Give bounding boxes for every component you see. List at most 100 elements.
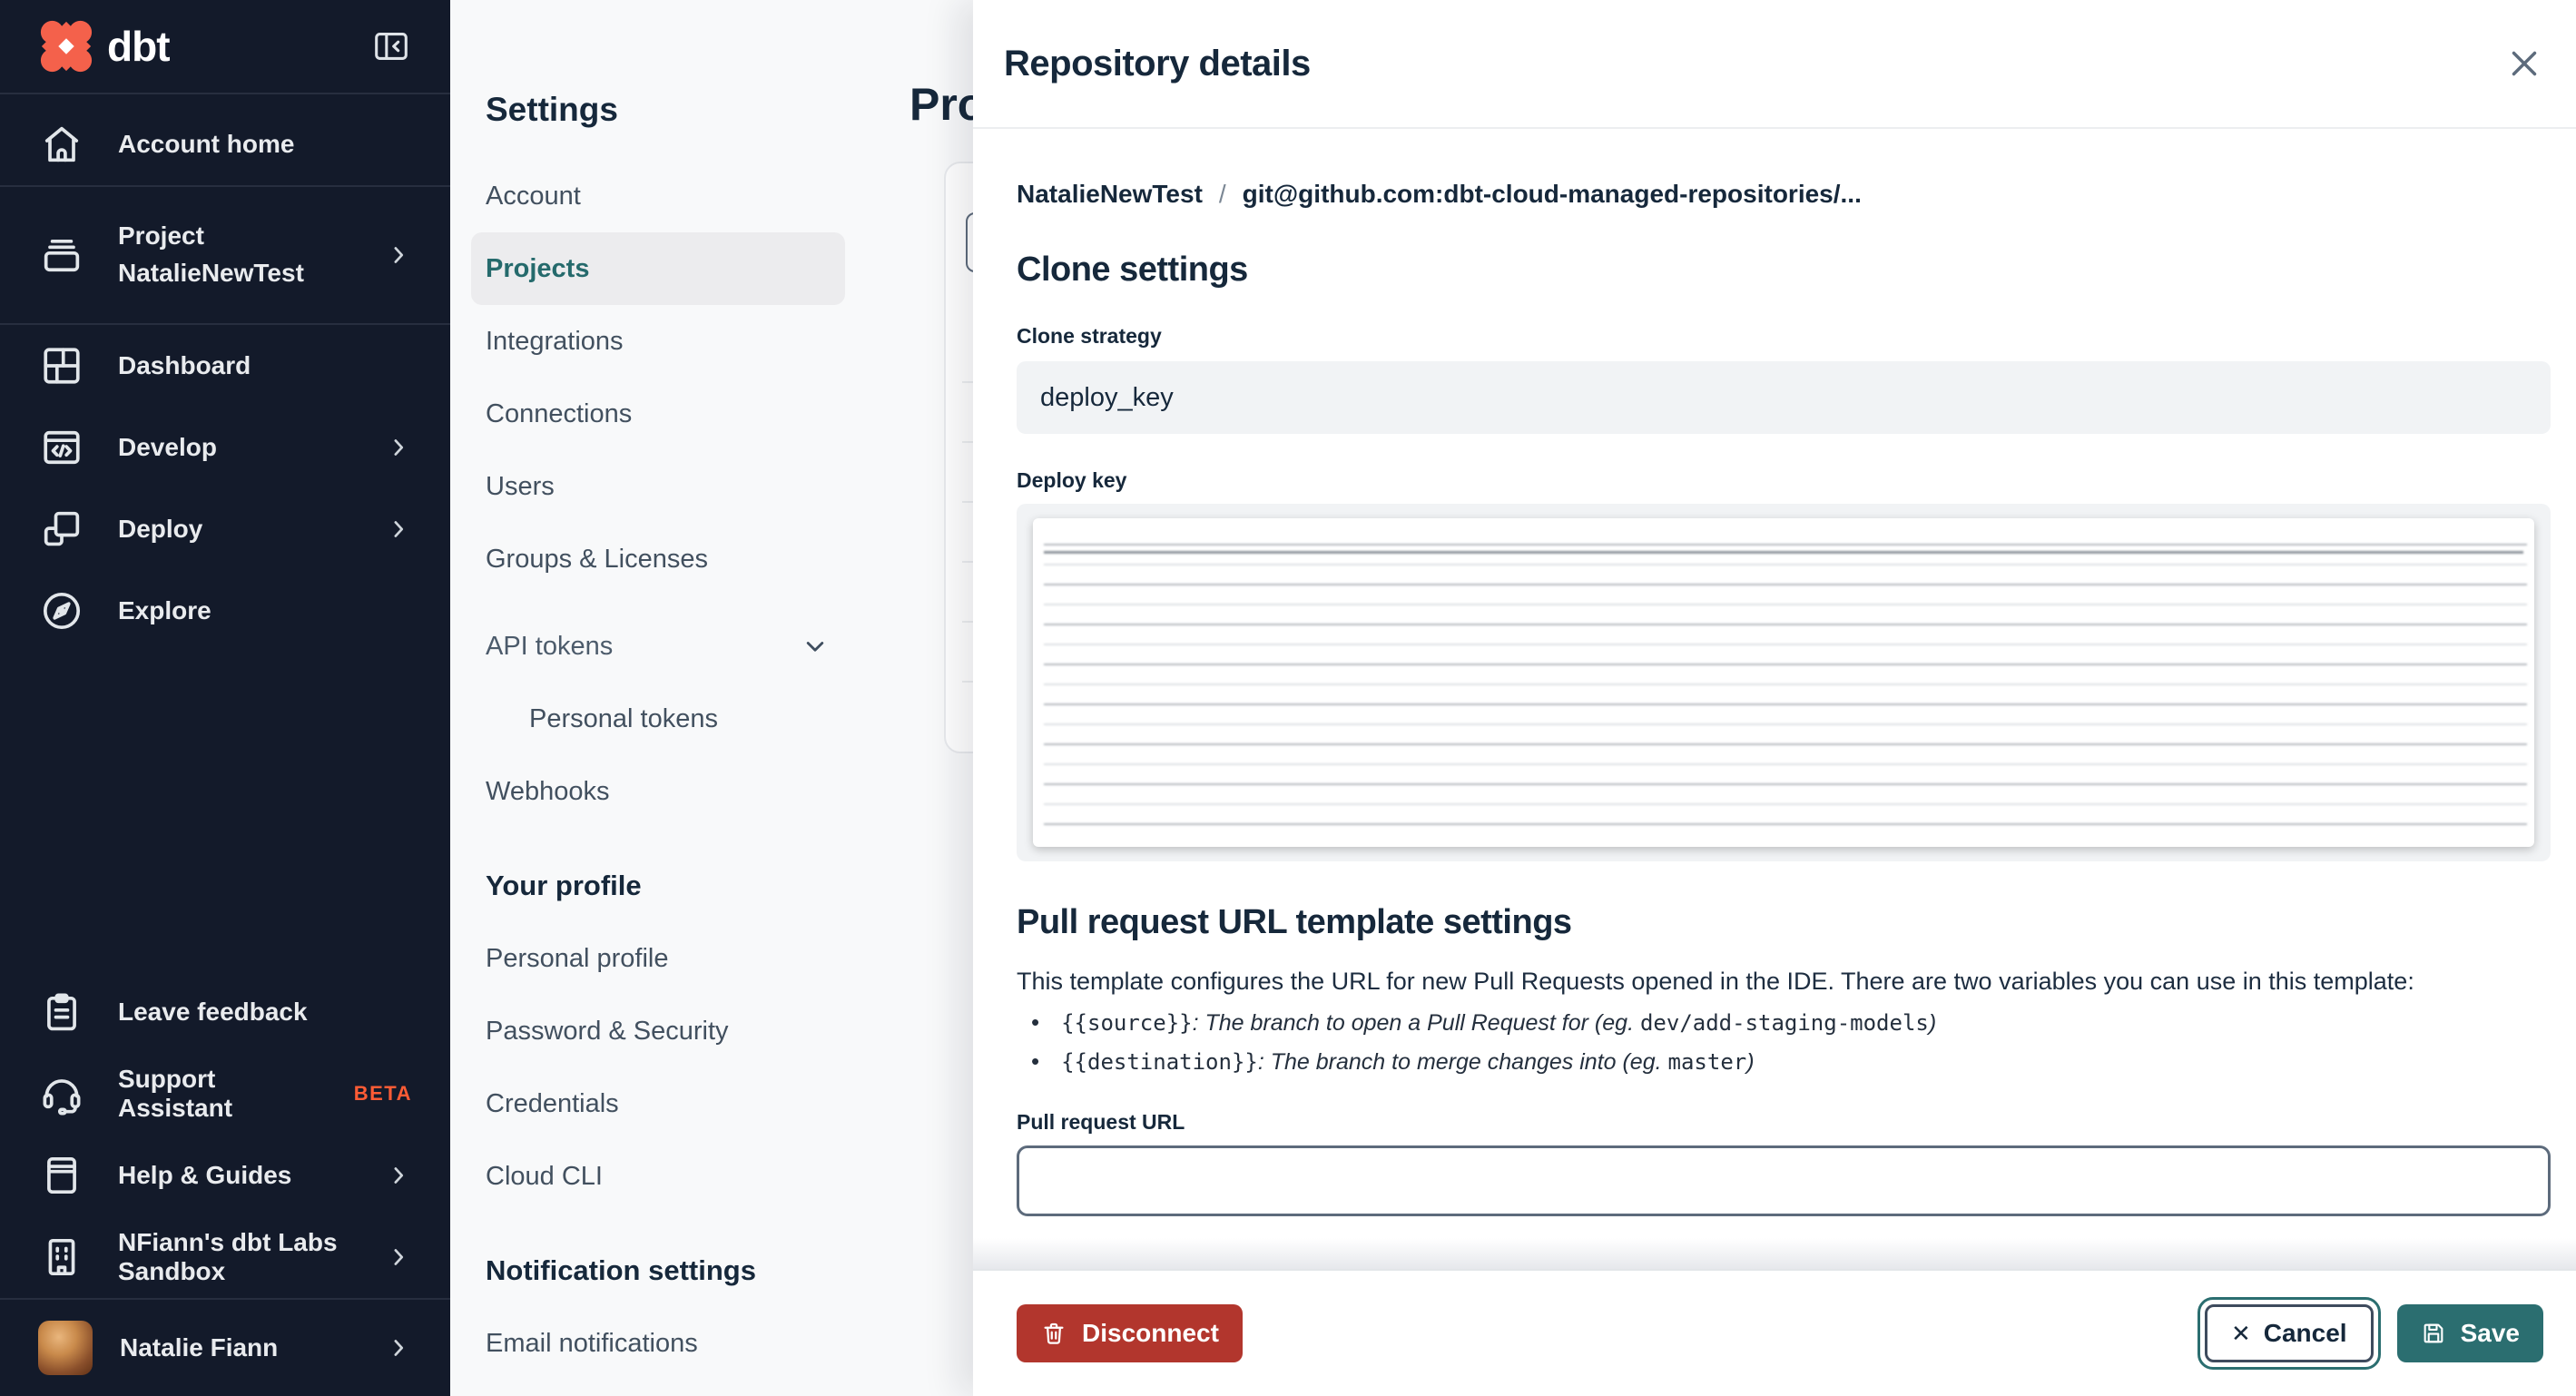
sidebar-item-label: Deploy — [118, 515, 203, 543]
feedback-icon — [47, 993, 76, 1031]
nav-item-label: Personal tokens — [529, 703, 718, 733]
dbt-cloud-app: dbt Account home Project NatalieNewTest … — [0, 0, 2576, 1396]
nav-item-label: Webhooks — [486, 776, 610, 806]
x-icon: ✕ — [2230, 1319, 2251, 1347]
sidebar-item-label: Help & Guides — [118, 1161, 292, 1189]
notification-section-title: Notification settings — [486, 1254, 756, 1286]
settings-nav-item-cloud-cli[interactable]: Cloud CLI — [471, 1140, 845, 1213]
settings-nav-item-personal-tokens[interactable]: Personal tokens — [471, 683, 845, 755]
headset-icon — [43, 1079, 81, 1116]
close-icon[interactable] — [2503, 43, 2545, 84]
settings-nav-item-personal-profile[interactable]: Personal profile — [471, 922, 845, 995]
logo-row: dbt — [0, 0, 450, 94]
variable-code: {{destination}} — [1061, 1049, 1258, 1075]
pr-url-input[interactable] — [1017, 1145, 2551, 1216]
settings-nav-item-projects[interactable]: Projects — [471, 232, 845, 305]
building-icon — [48, 1238, 75, 1276]
footer-actions: ✕ Cancel Save — [2197, 1297, 2543, 1370]
sidebar-item-support-assistant[interactable]: Support Assistant BETA — [0, 1053, 450, 1135]
trash-icon — [1044, 1322, 1064, 1344]
sidebar: dbt Account home Project NatalieNewTest … — [0, 0, 450, 1396]
deploy-key-field[interactable] — [1017, 504, 2551, 861]
explore-icon — [43, 592, 81, 630]
project-icon — [44, 239, 80, 272]
chevron-down-icon — [806, 642, 824, 652]
settings-nav-item-webhooks[interactable]: Webhooks — [471, 755, 845, 828]
sidebar-item-deploy[interactable]: Deploy — [0, 488, 450, 570]
clone-settings-heading: Clone settings — [1017, 251, 1248, 289]
collapse-sidebar-icon[interactable] — [370, 25, 412, 67]
cancel-focus-ring: ✕ Cancel — [2197, 1297, 2381, 1370]
cancel-button[interactable]: ✕ Cancel — [2204, 1304, 2374, 1362]
breadcrumb: NatalieNewTest / git@github.com:dbt-clou… — [1017, 180, 2551, 209]
sidebar-item-label: Leave feedback — [118, 998, 308, 1026]
nav-item-label: Credentials — [486, 1088, 619, 1118]
sidebar-item-dashboard[interactable]: Dashboard — [0, 325, 450, 407]
dbt-logo-icon — [40, 20, 93, 73]
dashboard-icon — [44, 348, 80, 384]
deploy-key-redacted-content — [1033, 518, 2534, 847]
develop-icon — [44, 430, 80, 465]
settings-nav-item-users[interactable]: Users — [471, 450, 845, 523]
variable-closing: ) — [1928, 1010, 1937, 1036]
pr-template-heading: Pull request URL template settings — [1017, 903, 1572, 941]
nav-item-label: Integrations — [486, 326, 624, 356]
nav-item-label: Email notifications — [486, 1328, 698, 1358]
sidebar-item-label: Support Assistant — [118, 1065, 233, 1122]
breadcrumb-project[interactable]: NatalieNewTest — [1017, 180, 1203, 209]
disconnect-button[interactable]: Disconnect — [1017, 1304, 1243, 1362]
save-button[interactable]: Save — [2396, 1304, 2543, 1362]
nav-item-label: Personal profile — [486, 943, 669, 973]
breadcrumb-separator: / — [1218, 180, 1226, 208]
deploy-icon — [44, 511, 80, 546]
nav-item-label: Cloud CLI — [486, 1161, 603, 1191]
sidebar-item-account-home[interactable]: Account home — [0, 103, 450, 185]
sidebar-item-explore[interactable]: Explore — [0, 570, 450, 652]
settings-nav-item-groups-licenses[interactable]: Groups & Licenses — [471, 523, 845, 595]
chevron-right-icon — [394, 1167, 404, 1184]
sidebar-item-label: NFiann's dbt Labs Sandbox — [118, 1228, 338, 1285]
book-icon — [47, 1156, 76, 1194]
variable-code: {{source}} — [1061, 1010, 1193, 1036]
save-label: Save — [2460, 1319, 2520, 1347]
scroll-fade — [973, 1238, 2576, 1269]
avatar — [38, 1321, 93, 1375]
panel-body: NatalieNewTest / git@github.com:dbt-clou… — [973, 129, 2576, 1269]
nav-item-label: Password & Security — [486, 1016, 729, 1046]
repository-details-panel: Repository details NatalieNewTest / git@… — [973, 0, 2576, 1396]
profile-section-title: Your profile — [486, 870, 642, 901]
nav-item-label: Account — [486, 181, 581, 211]
settings-nav-item-password-security[interactable]: Password & Security — [471, 995, 845, 1067]
sidebar-item-help-guides[interactable]: Help & Guides — [0, 1135, 450, 1216]
panel-title: Repository details — [1004, 43, 1311, 84]
user-name: Natalie Fiann — [120, 1333, 279, 1362]
clone-strategy-label: Clone strategy — [1017, 324, 1162, 348]
user-menu[interactable]: Natalie Fiann — [0, 1300, 450, 1396]
pr-variable-destination: {{destination}}: The branch to merge cha… — [1031, 1047, 2551, 1076]
settings-nav-item-integrations[interactable]: Integrations — [471, 305, 845, 378]
clone-strategy-field: deploy_key — [1017, 361, 2551, 434]
chevron-right-icon — [394, 1340, 404, 1356]
settings-nav-item-connections[interactable]: Connections — [471, 378, 845, 450]
settings-nav-item-email-notifications[interactable]: Email notifications — [471, 1307, 845, 1380]
chevron-right-icon — [394, 247, 404, 263]
sidebar-item-project[interactable]: Project NatalieNewTest — [0, 187, 450, 323]
chevron-right-icon — [394, 1249, 404, 1265]
sidebar-item-leave-feedback[interactable]: Leave feedback — [0, 971, 450, 1053]
beta-badge: BETA — [353, 1082, 412, 1105]
panel-header: Repository details — [973, 0, 2576, 129]
chevron-right-icon — [394, 439, 404, 456]
variable-description: : The branch to merge changes into (eg. — [1257, 1049, 1668, 1075]
save-disk-icon — [2424, 1323, 2443, 1343]
settings-nav-item-account[interactable]: Account — [471, 160, 845, 232]
sidebar-item-sandbox-account[interactable]: NFiann's dbt Labs Sandbox — [0, 1216, 450, 1298]
home-icon — [44, 126, 79, 162]
variable-closing: ) — [1746, 1049, 1755, 1075]
sidebar-item-develop[interactable]: Develop — [0, 407, 450, 488]
redacted-text-lines — [1044, 544, 2527, 825]
nav-item-label: Users — [486, 471, 555, 501]
settings-nav-item-api-tokens[interactable]: API tokens — [471, 610, 845, 683]
settings-nav-item-credentials[interactable]: Credentials — [471, 1067, 845, 1140]
cancel-label: Cancel — [2263, 1319, 2347, 1347]
